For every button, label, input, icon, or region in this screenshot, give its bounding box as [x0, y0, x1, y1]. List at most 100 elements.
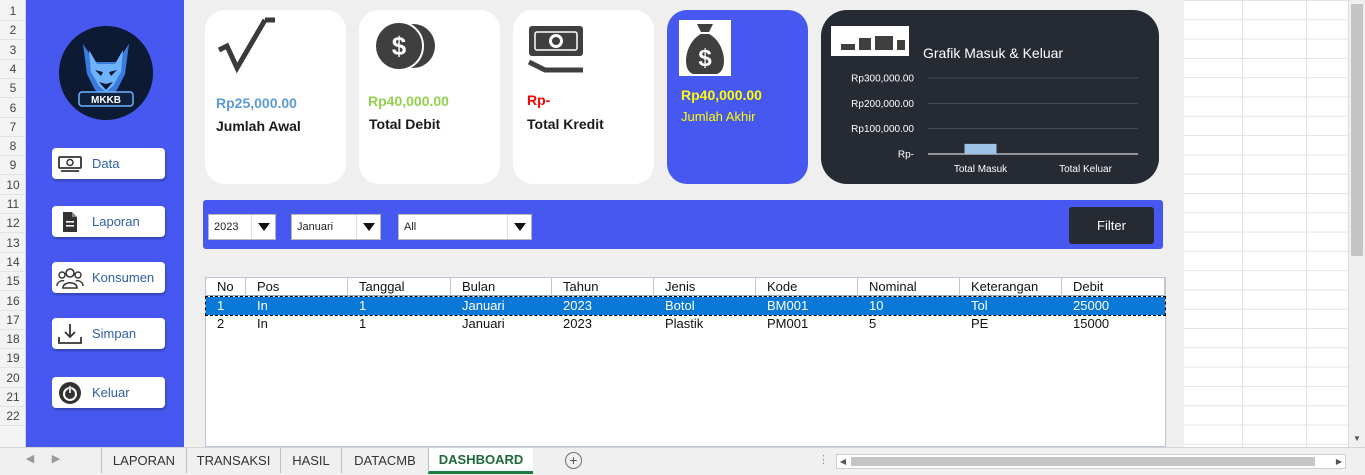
table-cell[interactable]: In	[246, 315, 348, 333]
scroll-down-arrow-icon[interactable]: ▼	[1351, 432, 1363, 444]
row-headers: 1 2 3 4 5 6 7 8 9 10 11 12 13 14 15 16 17 18 19 20 21 22	[0, 0, 26, 447]
month-dropdown-value: Januari	[297, 221, 334, 233]
row-header[interactable]: 3	[0, 41, 26, 60]
table-cell[interactable]: Januari	[451, 315, 552, 333]
sheet-tab-datacmb[interactable]: DATACMB	[341, 448, 428, 473]
nav-label-data: Data	[92, 156, 120, 171]
table-cell[interactable]: Plastik	[654, 315, 756, 333]
nav-button-konsumen[interactable]: Konsumen	[52, 262, 165, 293]
row-header[interactable]: 1	[0, 2, 26, 21]
table-header-row: No Pos Tanggal Bulan Tahun Jenis Kode Nominal Ke…	[206, 278, 1165, 296]
month-dropdown[interactable]: Januari	[291, 214, 381, 240]
row-header[interactable]: 19	[0, 349, 26, 369]
table-cell[interactable]: PM001	[756, 315, 858, 333]
scroll-right-arrow-icon[interactable]: ▶	[1333, 455, 1345, 468]
column-header: Debit	[1062, 278, 1165, 296]
y-tick-label: Rp-	[898, 150, 914, 161]
table-cell[interactable]: BM001	[756, 297, 858, 315]
row-header[interactable]: 2	[0, 21, 26, 41]
row-header[interactable]: 10	[0, 176, 26, 195]
nav-button-keluar[interactable]: Keluar	[52, 377, 165, 408]
nav-button-data[interactable]: Data	[52, 148, 165, 179]
table-cell[interactable]: 1	[348, 315, 451, 333]
split-handle-icon[interactable]: ⋮	[818, 453, 829, 466]
excel-window: 1 2 3 4 5 6 7 8 9 10 11 12 13 14 15 16 17 18 19 20 21 22 MKKB…	[0, 0, 1365, 475]
dropdown-arrow-icon[interactable]	[507, 215, 531, 239]
card-amount: Rp40,000.00	[681, 87, 762, 103]
table-cell[interactable]: PE	[960, 315, 1062, 333]
table-cell[interactable]: 5	[858, 315, 960, 333]
scroll-left-arrow-icon[interactable]: ◀	[837, 455, 849, 468]
card-caption: Total Kredit	[527, 116, 604, 132]
dropdown-arrow-icon[interactable]	[356, 215, 380, 239]
table-cell[interactable]: 25000	[1062, 297, 1165, 315]
table-row[interactable]: 2 In 1 Januari 2023 Plastik PM001 5 PE 15000	[206, 315, 1165, 333]
row-header[interactable]: 14	[0, 253, 26, 272]
row-header[interactable]: 8	[0, 137, 26, 157]
svg-text:$: $	[392, 31, 407, 61]
row-header[interactable]: 13	[0, 234, 26, 253]
nav-button-simpan[interactable]: Simpan	[52, 318, 165, 349]
sheet-tab-transaksi[interactable]: TRANSAKSI	[186, 448, 280, 473]
data-table[interactable]: No Pos Tanggal Bulan Tahun Jenis Kode Nominal Ke…	[205, 277, 1166, 447]
sheet-tab-bar: ◀ ▶ LAPORAN TRANSAKSI HASIL DATACMB DASHBOAR…	[0, 447, 1365, 475]
column-header: No	[206, 278, 246, 296]
row-header[interactable]: 16	[0, 292, 26, 311]
filter-button[interactable]: Filter	[1069, 207, 1154, 244]
row-header[interactable]: 12	[0, 214, 26, 234]
table-cell[interactable]: 15000	[1062, 315, 1165, 333]
table-cell[interactable]: 10	[858, 297, 960, 315]
table-cell[interactable]: 2023	[552, 315, 654, 333]
column-header: Nominal	[858, 278, 960, 296]
column-header: Jenis	[654, 278, 756, 296]
year-dropdown[interactable]: 2023	[208, 214, 276, 240]
vertical-scroll-thumb[interactable]	[1351, 4, 1363, 256]
bar-chart: Rp300,000.00 Rp200,000.00 Rp100,000.00 Rp- T…	[851, 74, 1138, 175]
prev-sheet-arrow-icon[interactable]: ◀	[22, 452, 38, 465]
card-amount: Rp25,000.00	[216, 95, 297, 111]
table-row[interactable]: 1 In 1 Januari 2023 Botol BM001 10 Tol 25000	[205, 296, 1166, 316]
row-header[interactable]: 11	[0, 195, 26, 214]
table-cell[interactable]: 1	[348, 297, 451, 315]
nav-button-laporan[interactable]: Laporan	[52, 206, 165, 237]
row-header[interactable]: 5	[0, 79, 26, 99]
row-header[interactable]: 22	[0, 407, 26, 427]
vertical-scrollbar[interactable]: ▼	[1348, 0, 1365, 447]
row-header[interactable]: 9	[0, 156, 26, 176]
power-icon	[52, 377, 88, 408]
column-header: Bulan	[451, 278, 552, 296]
category-dropdown[interactable]: All	[398, 214, 532, 240]
table-cell[interactable]: Januari	[451, 297, 552, 315]
next-sheet-arrow-icon[interactable]: ▶	[48, 452, 64, 465]
column-header: Kode	[756, 278, 858, 296]
nav-label-simpan: Simpan	[92, 326, 137, 341]
sheet-tab-laporan[interactable]: LAPORAN	[101, 448, 186, 473]
row-header[interactable]: 21	[0, 388, 26, 407]
horizontal-scrollbar[interactable]: ◀ ▶	[836, 454, 1346, 469]
square-root-icon	[215, 16, 277, 79]
sheet-tab-dashboard[interactable]: DASHBOARD	[428, 448, 533, 474]
table-cell[interactable]: Botol	[654, 297, 756, 315]
row-header[interactable]: 6	[0, 99, 26, 118]
dropdown-arrow-icon[interactable]	[251, 215, 275, 239]
row-header[interactable]: 20	[0, 369, 26, 388]
download-icon	[52, 318, 88, 349]
table-cell[interactable]: In	[246, 297, 348, 315]
row-header[interactable]: 17	[0, 311, 26, 330]
add-sheet-plus-icon[interactable]: +	[565, 452, 582, 469]
row-header[interactable]: 18	[0, 330, 26, 350]
table-cell[interactable]: 1	[206, 297, 246, 315]
table-cell[interactable]: Tol	[960, 297, 1062, 315]
money-icon	[52, 148, 88, 179]
users-icon	[52, 262, 88, 293]
table-cell[interactable]: 2023	[552, 297, 654, 315]
table-cell[interactable]: 2	[206, 315, 246, 333]
card-caption: Total Debit	[369, 116, 441, 132]
horizontal-scroll-thumb[interactable]	[851, 457, 1315, 466]
column-header: Keterangan	[960, 278, 1062, 296]
row-header[interactable]: 4	[0, 60, 26, 79]
sheet-tab-hasil[interactable]: HASIL	[280, 448, 341, 473]
row-header[interactable]: 7	[0, 118, 26, 137]
row-header[interactable]: 15	[0, 272, 26, 292]
column-header: Tahun	[552, 278, 654, 296]
